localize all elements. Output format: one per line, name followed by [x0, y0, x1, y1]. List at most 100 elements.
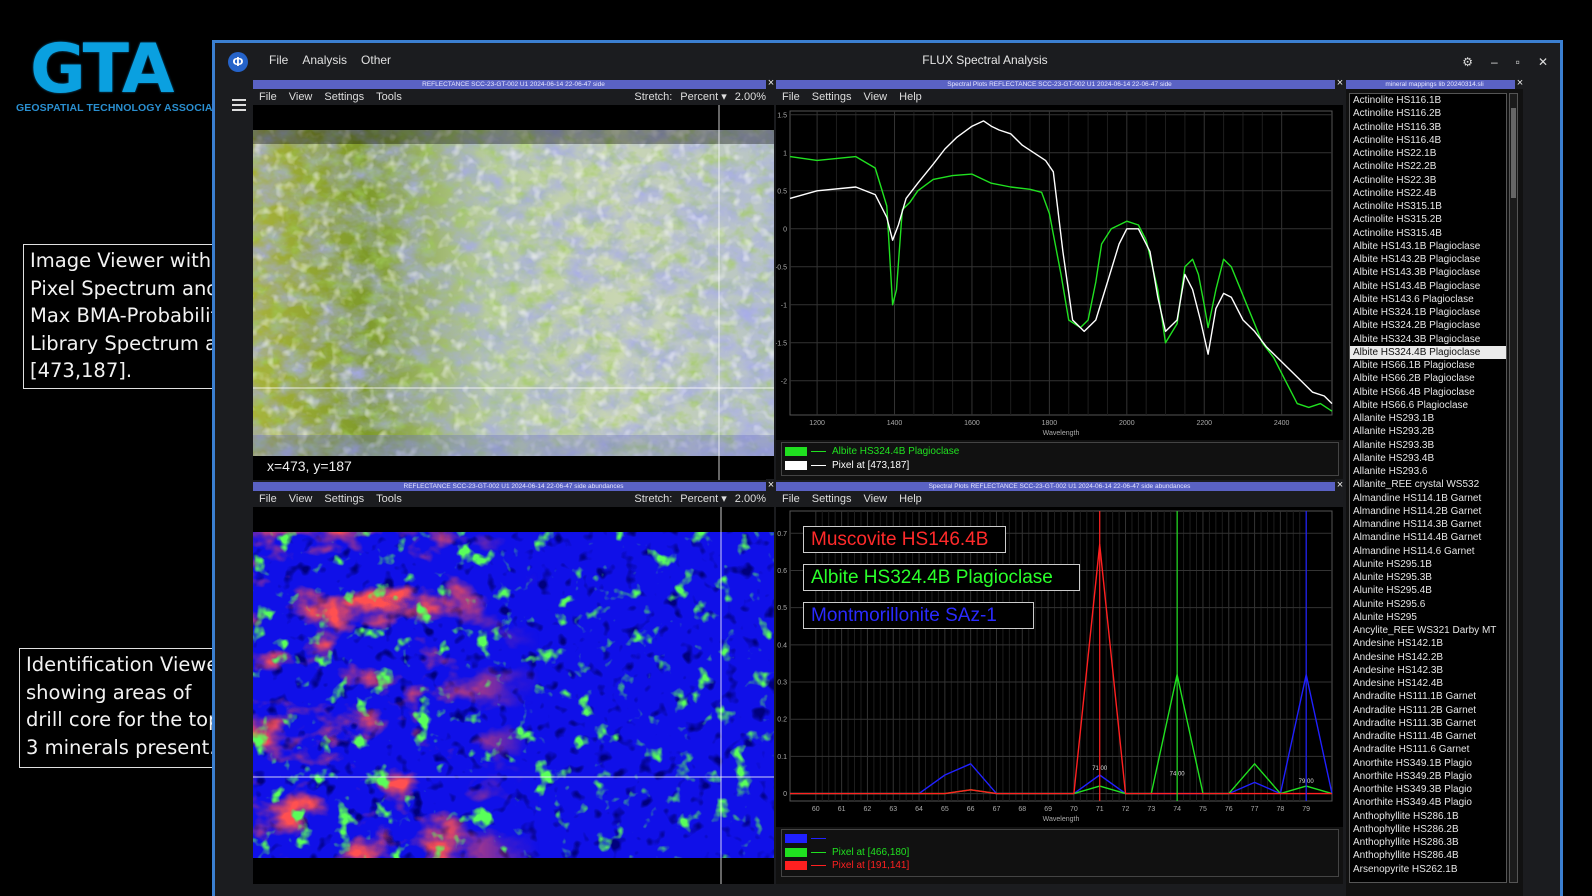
mineral-list-item[interactable]: Anorthite HS349.2B Plagio	[1350, 770, 1506, 783]
mineral-list-item[interactable]: Anorthite HS349.3B Plagio	[1350, 783, 1506, 796]
panel-menu-file[interactable]: File	[782, 491, 800, 507]
mineral-list-item[interactable]: Actinolite HS315.4B	[1350, 227, 1506, 240]
mineral-list-item[interactable]: Alunite HS295.6	[1350, 598, 1506, 611]
mineral-list-item[interactable]: Actinolite HS116.3B	[1350, 121, 1506, 134]
mineral-list-item[interactable]: Allanite HS293.2B	[1350, 425, 1506, 438]
panel-close-icon[interactable]: ×	[1335, 77, 1345, 89]
mineral-list-item[interactable]: Actinolite HS22.3B	[1350, 174, 1506, 187]
menu-file[interactable]: File	[269, 53, 288, 67]
mineral-list-item[interactable]: Andradite HS111.2B Garnet	[1350, 704, 1506, 717]
mineral-list-item[interactable]: Albite HS66.4B Plagioclase	[1350, 386, 1506, 399]
stretch-value-input[interactable]: 2.00%	[735, 89, 766, 105]
panel-menu-file[interactable]: File	[782, 89, 800, 105]
mineral-list-item[interactable]: Alunite HS295.4B	[1350, 584, 1506, 597]
mineral-list-item[interactable]: Actinolite HS22.4B	[1350, 187, 1506, 200]
spectral-chart-top[interactable]: 1200 1400 1600 1800 2000 2200 2400 1.5 1 0.5 0 -0.5…	[775, 105, 1343, 440]
mineral-list-item[interactable]: Almandine HS114.2B Garnet	[1350, 505, 1506, 518]
maximize-icon[interactable]: ▫	[1516, 55, 1520, 69]
mineral-list-item[interactable]: Anthophyllite HS286.1B	[1350, 810, 1506, 823]
mineral-list-item[interactable]: Arsenopyrite HS262.1B	[1350, 863, 1506, 876]
panel-menu-tools[interactable]: Tools	[376, 89, 402, 105]
panel-menu-help[interactable]: Help	[899, 491, 922, 507]
mineral-list-item[interactable]: Albite HS324.2B Plagioclase	[1350, 319, 1506, 332]
menu-analysis[interactable]: Analysis	[302, 53, 347, 67]
mineral-list-item[interactable]: Albite HS143.2B Plagioclase	[1350, 253, 1506, 266]
mineral-list[interactable]: Actinolite HS116.1B Actinolite HS116.2B Ac…	[1349, 93, 1507, 883]
panel-close-icon[interactable]: ×	[1335, 479, 1345, 491]
mineral-list-item[interactable]: Albite HS143.6 Plagioclase	[1350, 293, 1506, 306]
app-logo-icon[interactable]: Φ	[228, 52, 248, 72]
mineral-list-item[interactable]: Almandine HS114.1B Garnet	[1350, 492, 1506, 505]
mineral-list-item[interactable]: Almandine HS114.3B Garnet	[1350, 518, 1506, 531]
mineral-list-item[interactable]: Andradite HS111.4B Garnet	[1350, 730, 1506, 743]
mineral-list-item[interactable]: Actinolite HS116.2B	[1350, 107, 1506, 120]
mineral-list-item[interactable]: Andradite HS111.3B Garnet	[1350, 717, 1506, 730]
mineral-list-scrollbar[interactable]	[1509, 93, 1518, 883]
rgb-image-canvas[interactable]: x=473, y=187	[253, 105, 774, 480]
mineral-list-item[interactable]: Alunite HS295	[1350, 611, 1506, 624]
mineral-list-item[interactable]: Albite HS143.1B Plagioclase	[1350, 240, 1506, 253]
mineral-list-item[interactable]: Actinolite HS22.1B	[1350, 147, 1506, 160]
mineral-list-item[interactable]: Allanite HS293.1B	[1350, 412, 1506, 425]
panel-menu-settings[interactable]: Settings	[812, 491, 852, 507]
panel-close-icon[interactable]: ×	[766, 479, 776, 491]
stretch-mode-select[interactable]: Percent ▾	[680, 89, 727, 105]
close-icon[interactable]: ✕	[1538, 55, 1548, 69]
hamburger-menu-icon[interactable]	[232, 99, 246, 111]
mineral-list-item[interactable]: Allanite HS293.3B	[1350, 439, 1506, 452]
panel-menu-view[interactable]: View	[289, 491, 313, 507]
panel-menu-settings[interactable]: Settings	[812, 89, 852, 105]
panel-menu-tools[interactable]: Tools	[376, 491, 402, 507]
mineral-list-item[interactable]: Albite HS143.4B Plagioclase	[1350, 280, 1506, 293]
stretch-value-input[interactable]: 2.00%	[735, 491, 766, 507]
menu-other[interactable]: Other	[361, 53, 391, 67]
mineral-list-item[interactable]: Almandine HS114.4B Garnet	[1350, 531, 1506, 544]
mineral-list-item[interactable]: Andesine HS142.2B	[1350, 651, 1506, 664]
mineral-list-item[interactable]: Actinolite HS116.1B	[1350, 94, 1506, 107]
mineral-list-item[interactable]: Albite HS66.2B Plagioclase	[1350, 372, 1506, 385]
spectral-chart-bottom[interactable]: 60 61 62 63 64 65 66 67 68 69 70 71 72 73 74 75 76 77 78 79…	[776, 507, 1343, 827]
mineral-list-item[interactable]: Actinolite HS315.2B	[1350, 213, 1506, 226]
mineral-list-item[interactable]: Actinolite HS116.4B	[1350, 134, 1506, 147]
panel-menu-file[interactable]: File	[259, 89, 277, 105]
mineral-list-item[interactable]: Anorthite HS349.4B Plagio	[1350, 796, 1506, 809]
mineral-list-item[interactable]: Andradite HS111.1B Garnet	[1350, 690, 1506, 703]
mineral-list-item[interactable]: Ancylite_REE WS321 Darby MT	[1350, 624, 1506, 637]
mineral-list-item[interactable]: Alunite HS295.3B	[1350, 571, 1506, 584]
abundance-image-canvas[interactable]	[253, 507, 774, 884]
mineral-list-item[interactable]: Albite HS324.4B Plagioclase	[1350, 345, 1506, 359]
mineral-list-item[interactable]: Anthophyllite HS286.3B	[1350, 836, 1506, 849]
mineral-list-item[interactable]: Anorthite HS349.1B Plagio	[1350, 757, 1506, 770]
mineral-list-item[interactable]: Allanite_REE crystal WS532	[1350, 478, 1506, 491]
scrollbar-thumb[interactable]	[1511, 108, 1516, 198]
mineral-list-item[interactable]: Allanite HS293.6	[1350, 465, 1506, 478]
panel-menu-file[interactable]: File	[259, 491, 277, 507]
panel-menu-view[interactable]: View	[289, 89, 313, 105]
panel-menu-settings[interactable]: Settings	[324, 89, 364, 105]
mineral-list-item[interactable]: Albite HS143.3B Plagioclase	[1350, 266, 1506, 279]
panel-menu-view[interactable]: View	[863, 89, 887, 105]
minimize-icon[interactable]: –	[1491, 55, 1498, 69]
panel-menu-view[interactable]: View	[863, 491, 887, 507]
panel-menu-help[interactable]: Help	[899, 89, 922, 105]
panel-close-icon[interactable]: ×	[1515, 77, 1525, 89]
stretch-mode-select[interactable]: Percent ▾	[680, 491, 727, 507]
mineral-list-item[interactable]: Albite HS66.1B Plagioclase	[1350, 359, 1506, 372]
mineral-list-item[interactable]: Albite HS66.6 Plagioclase	[1350, 399, 1506, 412]
settings-gear-icon[interactable]: ⚙	[1462, 55, 1473, 69]
mineral-list-item[interactable]: Andesine HS142.1B	[1350, 637, 1506, 650]
panel-close-icon[interactable]: ×	[766, 77, 776, 89]
mineral-list-item[interactable]: Actinolite HS315.1B	[1350, 200, 1506, 213]
mineral-list-item[interactable]: Andesine HS142.3B	[1350, 664, 1506, 677]
mineral-list-item[interactable]: Actinolite HS22.2B	[1350, 160, 1506, 173]
mineral-list-item[interactable]: Alunite HS295.1B	[1350, 558, 1506, 571]
panel-menu-settings[interactable]: Settings	[324, 491, 364, 507]
mineral-list-item[interactable]: Andesine HS142.4B	[1350, 677, 1506, 690]
mineral-list-item[interactable]: Almandine HS114.6 Garnet	[1350, 545, 1506, 558]
mineral-list-item[interactable]: Anthophyllite HS286.2B	[1350, 823, 1506, 836]
mineral-list-item[interactable]: Albite HS324.1B Plagioclase	[1350, 306, 1506, 319]
mineral-list-item[interactable]: Albite HS324.3B Plagioclase	[1350, 333, 1506, 346]
mineral-list-item[interactable]: Allanite HS293.4B	[1350, 452, 1506, 465]
mineral-list-item[interactable]: Andradite HS111.6 Garnet	[1350, 743, 1506, 756]
mineral-list-item[interactable]: Anthophyllite HS286.4B	[1350, 849, 1506, 862]
